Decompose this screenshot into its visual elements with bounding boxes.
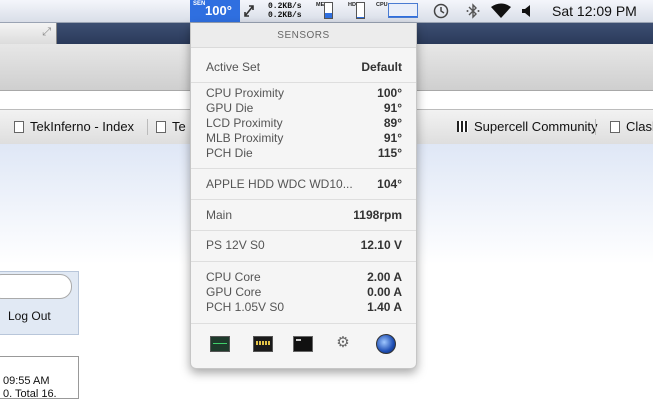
active-set-value: Default <box>361 60 402 74</box>
sensor-temperature: 100° <box>205 3 232 18</box>
current-row[interactable]: CPU Core 2.00 A <box>206 270 402 285</box>
sensor-label: GPU Die <box>206 101 254 115</box>
fullscreen-arrows-icon[interactable]: ⤢ <box>42 26 51 39</box>
sensor-row[interactable]: PCH Die 115° <box>206 146 402 161</box>
bookmark-label: TekInferno - Index <box>30 119 135 134</box>
fan-value: 1198rpm <box>353 208 402 222</box>
network-utility-icon[interactable] <box>376 334 396 354</box>
current-row[interactable]: PCH 1.05V S0 1.40 A <box>206 300 402 315</box>
sensor-value: 89° <box>383 116 402 130</box>
sensor-value: 115° <box>377 146 402 160</box>
sensor-row[interactable]: LCD Proximity 89° <box>206 116 402 131</box>
system-utility-icon[interactable]: ⚙ <box>336 334 350 352</box>
bookmark-label: Supercell Community <box>474 119 598 134</box>
bookmark-supercell[interactable]: Supercell Community <box>457 119 598 134</box>
bookmark-tekinferno[interactable]: TekInferno - Index <box>14 119 134 134</box>
utility-toolbar: ⚙ <box>191 329 416 359</box>
hdd-meter-fill <box>357 16 364 18</box>
menu-divider <box>191 199 416 200</box>
resize-arrows-icon[interactable] <box>243 0 255 22</box>
memory-label: MEM <box>316 2 329 8</box>
supercell-icon <box>457 121 468 132</box>
disk-sensor-value: 104° <box>377 177 402 191</box>
sensor-row[interactable]: CPU Proximity 100° <box>206 86 402 101</box>
sensor-label: CPU Proximity <box>206 86 285 100</box>
current-label: GPU Core <box>206 285 262 299</box>
menu-divider <box>191 230 416 231</box>
active-set-label: Active Set <box>206 60 261 74</box>
menu-divider <box>191 323 416 324</box>
fan-label: Main <box>206 208 233 222</box>
time-machine-icon[interactable] <box>432 0 450 22</box>
sensor-label: LCD Proximity <box>206 116 283 130</box>
sensor-value: 91° <box>383 131 402 145</box>
disk-sensor-label: APPLE HDD WDC WD10... <box>206 177 353 191</box>
current-row[interactable]: GPU Core 0.00 A <box>206 285 402 300</box>
bookmark-label: Clash <box>626 119 653 134</box>
menu-divider <box>191 261 416 262</box>
volume-icon[interactable] <box>521 0 533 22</box>
cpu-meter[interactable] <box>388 3 418 18</box>
sensor-label: PCH Die <box>206 146 253 160</box>
document-icon <box>610 120 620 133</box>
sensors-header: SENSORS <box>191 23 416 48</box>
bookmark-separator <box>147 119 148 135</box>
menu-divider <box>191 82 416 83</box>
voltage-label: PS 12V S0 <box>206 238 265 252</box>
disk-sensor-row[interactable]: APPLE HDD WDC WD10... 104° <box>206 177 402 192</box>
sensor-value: 100° <box>377 86 402 100</box>
total-text: 0. Total 16. <box>3 388 57 400</box>
document-icon <box>14 120 24 133</box>
current-value: 2.00 A <box>367 270 402 284</box>
current-label: CPU Core <box>206 270 261 284</box>
sensor-row[interactable]: MLB Proximity 91° <box>206 131 402 146</box>
cpu-meter-fill <box>389 16 417 17</box>
sensor-label: MLB Proximity <box>206 131 284 145</box>
bookmark-separator <box>595 119 596 135</box>
search-input[interactable] <box>0 274 72 299</box>
browser-tab[interactable]: ⤢ <box>0 23 57 44</box>
voltage-row[interactable]: PS 12V S0 12.10 V <box>206 238 402 253</box>
active-set-row[interactable]: Active Set Default <box>206 60 402 75</box>
memory-meter-fill <box>325 12 332 18</box>
wifi-icon[interactable] <box>490 0 512 22</box>
bookmark-label: Te <box>172 119 186 134</box>
current-value: 0.00 A <box>367 285 402 299</box>
sensors-badge-label: SEN <box>193 1 206 7</box>
memory-meter[interactable] <box>324 2 333 19</box>
activity-monitor-icon[interactable] <box>210 336 230 352</box>
cpu-label: CPU <box>376 2 388 8</box>
hdd-label: HDD <box>348 2 360 8</box>
sensors-dropdown: SENSORS Active Set Default CPU Proximity… <box>190 23 417 369</box>
sensor-value: 91° <box>383 101 402 115</box>
menu-divider <box>191 168 416 169</box>
sensor-row[interactable]: GPU Die 91° <box>206 101 402 116</box>
fan-row[interactable]: Main 1198rpm <box>206 208 402 223</box>
network-meter[interactable]: 0.2KB/s 0.2KB/s <box>268 2 302 20</box>
console-icon[interactable] <box>253 336 273 352</box>
sensors-menu-extra[interactable]: SEN 100° <box>190 0 240 22</box>
hdd-meter[interactable] <box>356 2 365 19</box>
bookmark-te[interactable]: Te <box>156 119 186 134</box>
document-icon <box>156 120 166 133</box>
logout-link[interactable]: Log Out <box>8 309 51 323</box>
timestamp: 09:55 AM <box>3 375 50 387</box>
menubar-clock[interactable]: Sat 12:09 PM <box>552 3 637 19</box>
network-upload-rate: 0.2KB/s <box>268 2 302 11</box>
bluetooth-icon[interactable] <box>466 0 480 22</box>
terminal-icon[interactable] <box>293 336 313 352</box>
current-label: PCH 1.05V S0 <box>206 300 285 314</box>
voltage-value: 12.10 V <box>360 238 402 252</box>
current-value: 1.40 A <box>367 300 402 314</box>
network-download-rate: 0.2KB/s <box>268 11 302 20</box>
bookmark-clash[interactable]: Clash <box>610 119 653 134</box>
